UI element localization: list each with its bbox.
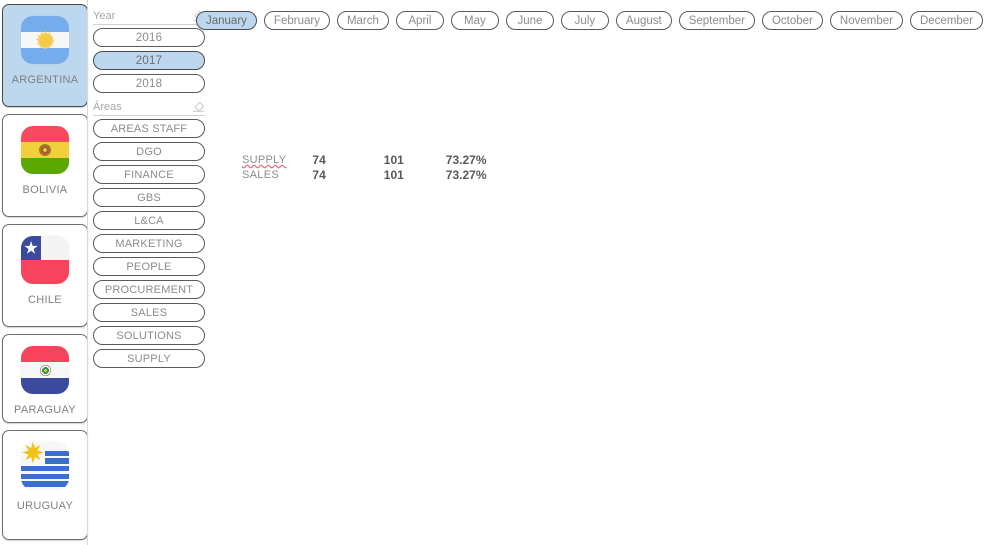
month-tab-may[interactable]: May	[450, 11, 499, 30]
uruguay-flag	[21, 442, 69, 490]
chile-flag	[21, 236, 69, 284]
area-option-procurement[interactable]: PROCUREMENT	[93, 280, 205, 299]
paraguay-flag	[21, 346, 69, 394]
area-option-solutions[interactable]: SOLUTIONS	[93, 326, 205, 345]
month-tab-june[interactable]: June	[505, 11, 554, 30]
metric-table-body: SUPPLY 74 101 73.27% SALES 74 101 73.27%	[242, 153, 487, 183]
month-tab-july[interactable]: July	[560, 11, 609, 30]
year-filter-title: Year	[93, 9, 116, 22]
month-tab-march[interactable]: March	[336, 11, 389, 30]
metric-value-2: 101	[383, 168, 404, 182]
metric-label: SALES	[242, 169, 279, 181]
metric-row: SUPPLY 74 101 73.27%	[242, 153, 487, 168]
argentina-flag	[21, 16, 69, 64]
area-option-sales[interactable]: SALES	[93, 303, 205, 322]
area-option-gbs[interactable]: GBS	[93, 188, 205, 207]
month-tab-january[interactable]: January	[196, 11, 257, 30]
country-card-argentina[interactable]: ARGENTINA	[2, 4, 88, 107]
area-option-finance[interactable]: FINANCE	[93, 165, 205, 184]
year-option-2017[interactable]: 2017	[93, 51, 205, 70]
areas-filter-title: Áreas	[93, 100, 122, 113]
filter-panel: Year 2016 2017 2018 Áreas AREAS STAFF DGO FINAN…	[93, 0, 213, 545]
metric-value-2: 101	[383, 153, 404, 167]
month-tab-bar: January February March April May June July Augu…	[196, 11, 984, 30]
metric-value-3: 73.27%	[445, 153, 487, 167]
bolivia-flag	[21, 126, 69, 174]
country-card-uruguay[interactable]: URUGUAY	[2, 430, 88, 540]
area-option-l-ca[interactable]: L&CA	[93, 211, 205, 230]
eraser-icon[interactable]	[192, 101, 205, 112]
month-tab-august[interactable]: August	[615, 11, 672, 30]
country-label: PARAGUAY	[14, 404, 76, 416]
areas-filter-header: Áreas	[93, 98, 205, 116]
area-option-marketing[interactable]: MARKETING	[93, 234, 205, 253]
year-option-2016[interactable]: 2016	[93, 28, 205, 47]
country-label: CHILE	[28, 294, 62, 306]
area-option-areas-staff[interactable]: AREAS STAFF	[93, 119, 205, 138]
country-card-chile[interactable]: CHILE	[2, 224, 88, 327]
metric-table: SUPPLY 74 101 73.27% SALES 74 101 73.27%	[242, 153, 487, 183]
year-filter-header: Year	[93, 7, 205, 25]
metric-value-1: 74	[312, 153, 326, 167]
metric-value-1: 74	[312, 168, 326, 182]
month-tab-september[interactable]: September	[678, 11, 755, 30]
month-tab-november[interactable]: November	[829, 11, 903, 30]
area-option-dgo[interactable]: DGO	[93, 142, 205, 161]
month-tab-april[interactable]: April	[395, 11, 444, 30]
metric-value-3: 73.27%	[445, 168, 487, 182]
month-tab-february[interactable]: February	[263, 11, 330, 30]
panel-divider	[87, 0, 88, 545]
month-tab-october[interactable]: October	[761, 11, 823, 30]
year-option-2018[interactable]: 2018	[93, 74, 205, 93]
area-option-supply[interactable]: SUPPLY	[93, 349, 205, 368]
country-rail: ARGENTINA BOLIVIA CHILE PARAGUAY URUGUAY	[2, 2, 90, 543]
area-option-people[interactable]: PEOPLE	[93, 257, 205, 276]
country-label: ARGENTINA	[11, 74, 79, 86]
country-label: BOLIVIA	[22, 184, 68, 196]
country-card-bolivia[interactable]: BOLIVIA	[2, 114, 88, 217]
metric-row: SALES 74 101 73.27%	[242, 168, 487, 183]
month-tab-december[interactable]: December	[909, 11, 984, 30]
country-label: URUGUAY	[16, 500, 74, 512]
metric-label: SUPPLY	[242, 154, 287, 166]
country-card-paraguay[interactable]: PARAGUAY	[2, 334, 88, 423]
